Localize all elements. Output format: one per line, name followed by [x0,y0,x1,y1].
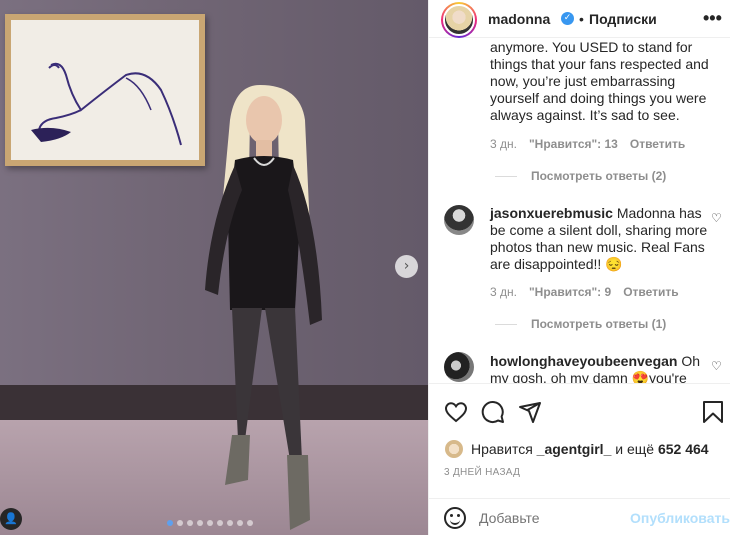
comment-text: anymore. You USED to stand for things th… [490,39,709,123]
heart-icon[interactable] [444,400,468,424]
likes-middle: и ещё [615,441,655,457]
comments-list[interactable]: anymore. You USED to stand for things th… [429,38,730,383]
view-replies-button[interactable]: Посмотреть ответы (2) [495,169,666,183]
share-icon[interactable] [518,400,542,424]
post-photo[interactable]: › 👤 [0,0,428,535]
reply-button[interactable]: Ответить [623,285,678,299]
carousel-dot [187,520,193,526]
avatar[interactable] [444,352,474,382]
carousel-dot [227,520,233,526]
comment-likes[interactable]: "Нравится": 13 [529,137,618,151]
carousel-dot [167,520,173,526]
user-tag-icon[interactable]: 👤 [0,508,22,530]
avatar [445,440,463,458]
comment-username[interactable]: jasonxuerebmusic [490,205,613,221]
bookmark-icon[interactable] [702,400,724,424]
emoji-icon[interactable] [444,507,466,529]
author-username[interactable]: madonna [488,11,550,27]
comment-likes[interactable]: "Нравится": 9 [529,285,611,299]
comment-input[interactable] [479,510,619,526]
comment-icon[interactable] [481,400,505,424]
more-icon[interactable]: ••• [703,8,722,29]
comment-heart-icon[interactable]: ♡ [711,359,722,373]
carousel-dot [177,520,183,526]
action-bar [429,383,730,438]
likes-user[interactable]: _agentgirl_ [537,441,612,457]
likes-count[interactable]: 652 464 [658,441,709,457]
carousel-dots [167,520,253,526]
reply-button[interactable]: Ответить [630,137,685,151]
next-arrow-icon[interactable]: › [395,255,418,278]
comment-heart-icon[interactable]: ♡ [711,211,722,225]
header-separator: • [579,11,584,27]
view-replies-button[interactable]: Посмотреть ответы (1) [495,317,666,331]
publish-button[interactable]: Опубликовать [630,510,730,526]
carousel-dot [207,520,213,526]
comment-meta: 3 дн. "Нравится": 9 Ответить [490,285,679,299]
carousel-dot [217,520,223,526]
comment-meta: 3 дн. "Нравится": 13 Ответить [490,137,685,151]
carousel-dot [247,520,253,526]
avatar[interactable] [444,205,474,235]
add-comment-row: Опубликовать [429,498,730,535]
verified-icon: ✓ [561,12,574,25]
post-date[interactable]: 3 ДНЕЙ НАЗАД [444,467,520,478]
carousel-dot [197,520,203,526]
comment-time: 3 дн. [490,285,517,299]
comment-time: 3 дн. [490,137,517,151]
follow-button[interactable]: Подписки [589,11,657,27]
likes-summary[interactable]: Нравится _agentgirl_ и ещё 652 464 [445,440,709,458]
post-header: madonna ✓ • Подписки ••• [429,0,730,38]
comment-username[interactable]: howlonghaveyoubeenvegan [490,353,677,369]
comment-text: jasonxuerebmusic Madonna has be come a s… [490,205,708,272]
avatar[interactable] [441,2,477,38]
post-side-panel: madonna ✓ • Подписки ••• anymore. You US… [428,0,730,535]
carousel-dot [237,520,243,526]
comment-text: howlonghaveyoubeenvegan Oh my gosh, oh m… [490,353,701,383]
likes-prefix: Нравится [471,441,533,457]
photo-subject [205,85,322,530]
